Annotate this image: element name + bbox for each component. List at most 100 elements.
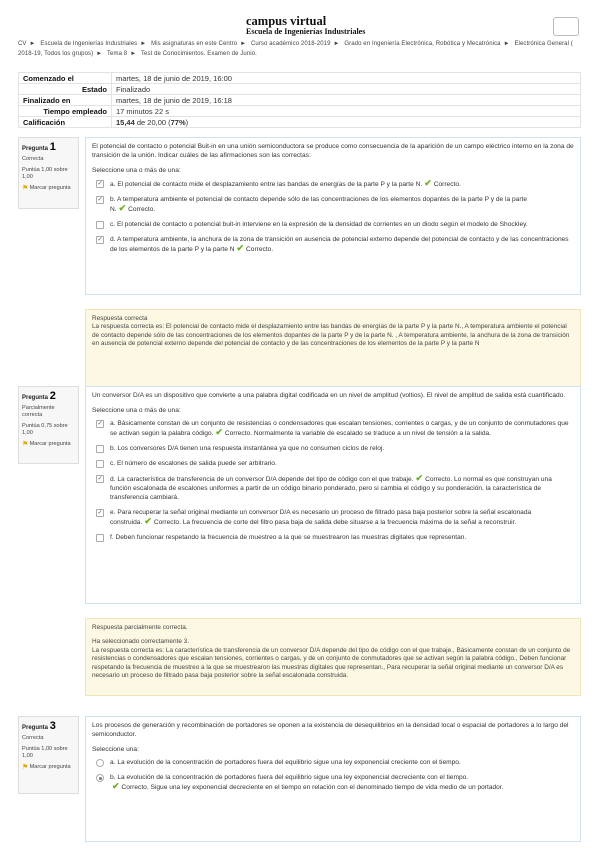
flag-question-button[interactable]: ⚑ Marcar pregunta <box>22 764 75 771</box>
summary-state-value: Finalizado <box>111 83 581 95</box>
feedback-correct-answer: La respuesta correcta es: El potencial d… <box>92 323 570 348</box>
breadcrumb-separator-icon: ► <box>140 41 147 47</box>
flag-icon: ⚑ <box>22 764 29 771</box>
breadcrumb-link-asignaturas[interactable]: Mis asignaturas en este Centro <box>151 41 237 47</box>
feedback-correct-answer: La respuesta correcta es: La característ… <box>92 646 571 680</box>
question-label: Pregunta <box>22 395 49 401</box>
question-num: 1 <box>49 141 56 153</box>
question-num: 3 <box>49 720 56 732</box>
answer-option-e[interactable]: ✓ e. Para recuperar la señal original med… <box>92 508 574 527</box>
question-label: Pregunta <box>22 146 49 152</box>
breadcrumb-link-tema[interactable]: Tema 8 <box>107 51 127 57</box>
question-info: Pregunta 2 Parcialmente correcta Puntúa … <box>18 386 79 464</box>
summary-finished-label: Finalizado en <box>18 94 112 106</box>
option-feedback: Correcto. Normalmente la variable de esc… <box>224 430 492 437</box>
checkbox-checked-icon[interactable]: ✓ <box>96 196 104 204</box>
checkmark-icon: ✔ <box>215 427 223 437</box>
flag-icon: ⚑ <box>22 441 29 448</box>
question-content: Un conversor D/A es un dispositivo que c… <box>85 386 581 604</box>
flag-question-button[interactable]: ⚑ Marcar pregunta <box>22 441 75 448</box>
option-feedback: Correcto. <box>128 206 156 213</box>
option-feedback: Correcto. La frecuencia de corte del fil… <box>153 519 517 526</box>
checkbox-checked-icon[interactable]: ✓ <box>96 236 104 244</box>
answer-option-f[interactable]: f. Deben funcionar respetando la frecuen… <box>92 533 574 542</box>
feedback-title: Respuesta parcialmente correcta. <box>92 624 188 631</box>
checkbox-unchecked-icon[interactable] <box>96 445 104 453</box>
login-box[interactable] <box>553 17 579 36</box>
checkbox-checked-icon[interactable]: ✓ <box>96 180 104 188</box>
checkmark-icon: ✔ <box>424 178 432 188</box>
checkbox-unchecked-icon[interactable] <box>96 460 104 468</box>
answer-option-d[interactable]: ✓ d. A temperatura ambiente, la anchura d… <box>92 235 574 254</box>
summary-state-label: Estado <box>18 83 112 95</box>
feedback-title: Respuesta correcta <box>92 315 148 322</box>
checkmark-icon: ✔ <box>112 781 120 791</box>
option-text: c. El potencial de contacto o potencial … <box>110 221 528 228</box>
option-text: d. A temperatura ambiente, la anchura de… <box>110 236 569 253</box>
breadcrumb-link-cv[interactable]: CV <box>18 41 27 47</box>
question-number: Pregunta 1 <box>22 141 75 153</box>
grade-percent: 77% <box>170 117 186 127</box>
answer-option-b[interactable]: ✓ b. A temperatura ambiente el potencial … <box>92 195 574 214</box>
question-status: Correcta <box>22 735 44 741</box>
flag-question-button[interactable]: ⚑ Marcar pregunta <box>22 185 75 192</box>
option-text: b. La evolución de la concentración de p… <box>110 774 469 781</box>
checkbox-unchecked-icon[interactable] <box>96 534 104 542</box>
flag-label: Marcar pregunta <box>29 441 71 447</box>
question-points: Puntúa 1,00 sobre 1,00 <box>22 167 68 180</box>
summary-grade-label: Calificación <box>18 116 112 128</box>
answer-hint: Seleccione una o más de una: <box>92 167 181 174</box>
answer-option-a[interactable]: ✓ a. Básicamente constan de un conjunto d… <box>92 419 574 438</box>
answer-option-b[interactable]: b. Los conversores D/A tienen una respue… <box>92 444 574 453</box>
answer-option-c[interactable]: c. El número de escalones de salida pued… <box>92 459 574 468</box>
question-points: Puntúa 1,00 sobre 1,00 <box>22 746 68 759</box>
question-content: Los procesos de generación y recombinaci… <box>85 716 581 842</box>
checkmark-icon: ✔ <box>415 473 424 483</box>
checkmark-icon: ✔ <box>144 516 152 526</box>
option-feedback: Correcto. <box>246 246 274 253</box>
breadcrumb-separator-icon: ► <box>130 51 137 57</box>
question-feedback: Respuesta parcialmente correcta. Ha sele… <box>85 618 581 696</box>
breadcrumb-link-test[interactable]: Test de Conocimientos. Examen de Junio. <box>141 51 257 57</box>
question-text: Los procesos de generación y recombinaci… <box>92 722 569 738</box>
grade-rest: de 20,00 ( <box>134 117 171 127</box>
checkbox-unchecked-icon[interactable] <box>96 221 104 229</box>
breadcrumb-separator-icon: ► <box>240 41 247 47</box>
checkmark-icon: ✔ <box>118 203 127 213</box>
breadcrumb-separator-icon: ► <box>333 41 340 47</box>
flag-label: Marcar pregunta <box>29 185 71 191</box>
answer-option-a[interactable]: a. La evolución de la concentración de p… <box>92 758 574 767</box>
breadcrumb-separator-icon: ► <box>96 51 103 57</box>
answer-option-c[interactable]: c. El potencial de contacto o potencial … <box>92 220 574 229</box>
radio-unselected-icon[interactable] <box>96 759 104 767</box>
feedback-selected-count: Ha seleccionado correctamente 3. <box>92 638 189 646</box>
question-text: El potencial de contacto o potencial Bui… <box>92 143 574 159</box>
breadcrumb-separator-icon: ► <box>29 41 36 47</box>
site-subtitle: Escuela de Ingenierías Industriales <box>246 27 366 36</box>
checkbox-checked-icon[interactable]: ✓ <box>96 420 104 428</box>
summary-time-label: Tiempo empleado <box>18 105 112 117</box>
flag-label: Marcar pregunta <box>29 764 71 770</box>
radio-selected-icon[interactable] <box>96 774 104 782</box>
answer-hint: Seleccione una: <box>92 746 139 753</box>
answer-option-b[interactable]: b. La evolución de la concentración de p… <box>92 773 574 792</box>
answer-option-a[interactable]: ✓ a. El potencial de contacto mide el des… <box>92 179 574 189</box>
question-content: El potencial de contacto o potencial Bui… <box>85 137 581 295</box>
breadcrumb-link-curso[interactable]: Curso académico 2018-2019 <box>251 41 331 47</box>
answer-hint: Seleccione una o más de una: <box>92 407 181 414</box>
question-status: Correcta <box>22 156 44 162</box>
breadcrumb-link-grado[interactable]: Grado en Ingeniería Electrónica, Robótic… <box>344 41 500 47</box>
question-text: Un conversor D/A es un dispositivo que c… <box>92 392 566 399</box>
question-number: Pregunta 3 <box>22 720 75 732</box>
checkbox-checked-icon[interactable]: ✓ <box>96 509 104 517</box>
question-number: Pregunta 2 <box>22 390 75 402</box>
question-label: Pregunta <box>22 725 49 731</box>
option-text: b. Los conversores D/A tienen una respue… <box>110 445 385 452</box>
summary-finished-value: martes, 18 de junio de 2019, 16:18 <box>111 94 581 106</box>
option-text: a. El potencial de contacto mide el desp… <box>110 181 423 188</box>
grade-score: 15,44 <box>116 117 135 127</box>
breadcrumb-link-escuela[interactable]: Escuela de Ingenierías Industriales <box>40 41 137 47</box>
answer-option-d[interactable]: ✓ d. La característica de transferencia d… <box>92 474 574 502</box>
summary-grade-value: 15,44 de 20,00 (77%) <box>111 116 581 128</box>
checkbox-checked-icon[interactable]: ✓ <box>96 475 104 483</box>
